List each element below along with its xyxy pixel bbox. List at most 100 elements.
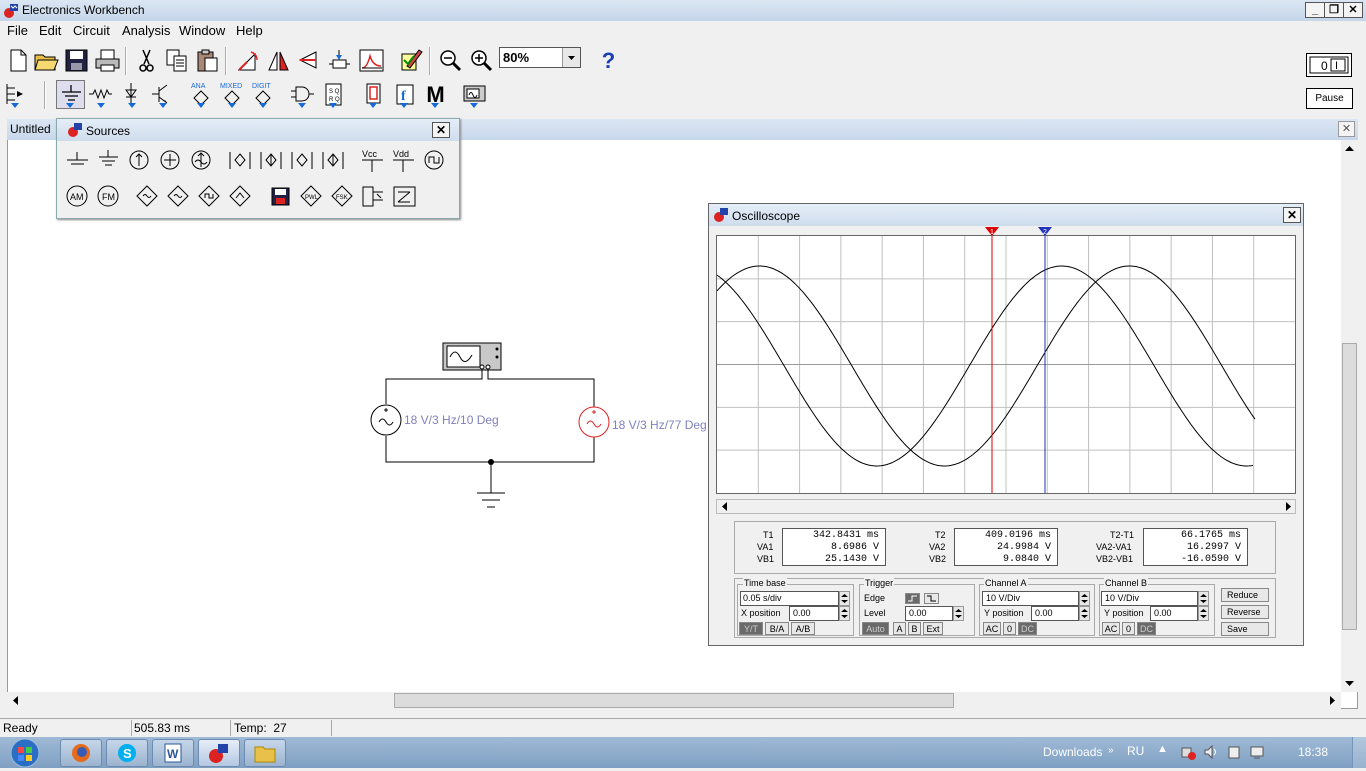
channel-b-ypos-spinner[interactable] <box>1198 606 1209 621</box>
taskbar-word[interactable]: W <box>152 739 194 767</box>
vertical-scroll-thumb[interactable] <box>1342 343 1357 630</box>
channel-b-ypos-field[interactable]: 0.00 <box>1150 606 1198 621</box>
channel-a-ypos-field[interactable]: 0.00 <box>1031 606 1079 621</box>
level-spinner[interactable] <box>953 606 964 621</box>
cursor-1-marker[interactable]: 1 <box>984 226 1000 237</box>
open-file-button[interactable] <box>32 46 61 75</box>
taskbar-clock[interactable]: 18:38 <box>1298 745 1328 759</box>
scope-scrollbar[interactable] <box>716 499 1296 514</box>
scroll-right-icon[interactable] <box>1324 692 1341 709</box>
language-indicator[interactable]: RU <box>1127 744 1144 758</box>
flip-vertical-icon[interactable] <box>294 46 323 75</box>
pwl-file-source-icon[interactable] <box>266 182 295 211</box>
trigger-ext-button[interactable]: Ext <box>923 622 943 635</box>
fm-source-icon[interactable]: FM <box>94 182 123 211</box>
save-button[interactable] <box>62 46 91 75</box>
vcc-source-icon[interactable]: Vcc <box>358 146 387 175</box>
menu-analysis[interactable]: Analysis <box>122 23 170 38</box>
taskbar-downloads[interactable]: Downloads <box>1043 745 1102 759</box>
ac-current-source-icon[interactable] <box>187 146 216 175</box>
taskbar-firefox[interactable] <box>60 739 102 767</box>
polynomial-source-icon[interactable] <box>359 182 388 211</box>
scroll-up-icon[interactable] <box>1341 140 1358 157</box>
print-button[interactable] <box>93 46 122 75</box>
taskbar-explorer[interactable] <box>244 739 286 767</box>
ccvs-icon[interactable] <box>288 146 317 175</box>
chevron-right-icon[interactable]: » <box>1108 745 1114 756</box>
description-icon[interactable] <box>397 46 426 75</box>
flip-horizontal-icon[interactable] <box>264 46 293 75</box>
paste-button[interactable] <box>193 46 222 75</box>
reduce-button[interactable]: Reduce <box>1221 588 1269 602</box>
network-warning-icon[interactable] <box>1180 744 1196 760</box>
start-button[interactable] <box>4 737 46 768</box>
pwl-source-icon[interactable]: PWL <box>297 182 326 211</box>
channel-b-scale-spinner[interactable] <box>1198 591 1209 606</box>
channel-a-ypos-spinner[interactable] <box>1079 606 1090 621</box>
power-switch[interactable]: 0I <box>1306 53 1352 77</box>
zoom-out-icon[interactable] <box>436 46 465 75</box>
xpos-field[interactable]: 0.00 <box>789 606 839 621</box>
vcvs-icon[interactable] <box>226 146 255 175</box>
component-properties-icon[interactable] <box>325 46 354 75</box>
am-source-icon[interactable]: AM <box>63 182 92 211</box>
app-icon[interactable] <box>3 3 18 18</box>
xpos-spinner[interactable] <box>839 606 850 621</box>
channel-a-scale-select[interactable]: 10 V/Div <box>982 591 1079 606</box>
voltage-controlled-sine-icon[interactable] <box>164 182 193 211</box>
menu-window[interactable]: Window <box>179 23 225 38</box>
yt-mode-button[interactable]: Y/T <box>739 622 763 635</box>
fsk-source-icon[interactable] <box>133 182 162 211</box>
channel-a-zero-button[interactable]: 0 <box>1003 622 1016 635</box>
cursor-2-marker[interactable]: 2 <box>1037 226 1053 237</box>
close-window-button[interactable]: ✕ <box>1343 2 1363 18</box>
dc-current-source-icon[interactable] <box>156 146 185 175</box>
save-scope-button[interactable]: Save <box>1221 622 1269 636</box>
help-button[interactable]: ? <box>594 46 623 75</box>
minimize-button[interactable]: _ <box>1305 2 1325 18</box>
menu-help[interactable]: Help <box>236 23 263 38</box>
trigger-auto-button[interactable]: Auto <box>862 622 889 635</box>
digital-ground-icon[interactable] <box>94 146 123 175</box>
chevron-down-icon[interactable] <box>562 48 580 67</box>
vccs-icon[interactable] <box>257 146 286 175</box>
close-oscilloscope-button[interactable]: ✕ <box>1283 207 1301 223</box>
vertical-scrollbar[interactable] <box>1341 140 1358 692</box>
scroll-right-icon[interactable] <box>1283 501 1294 512</box>
trigger-b-button[interactable]: B <box>908 622 921 635</box>
scroll-left-icon[interactable] <box>7 692 24 709</box>
analysis-graph-icon[interactable] <box>357 46 386 75</box>
level-field[interactable]: 0.00 <box>905 606 953 621</box>
menu-edit[interactable]: Edit <box>39 23 61 38</box>
ba-mode-button[interactable]: B/A <box>765 622 789 635</box>
new-file-button[interactable] <box>3 46 32 75</box>
clock-source-icon[interactable] <box>420 146 449 175</box>
copy-button[interactable] <box>162 46 191 75</box>
close-document-button[interactable]: ✕ <box>1338 121 1355 137</box>
channel-b-scale-select[interactable]: 10 V/Div <box>1101 591 1198 606</box>
horizontal-scroll-thumb[interactable] <box>394 693 954 708</box>
network-icon[interactable] <box>1250 744 1266 760</box>
pause-button[interactable]: Pause <box>1306 88 1353 109</box>
voltage-controlled-square-icon[interactable] <box>195 182 224 211</box>
timebase-select[interactable]: 0.05 s/div <box>740 591 839 606</box>
rising-edge-button[interactable] <box>905 593 920 604</box>
scroll-left-icon[interactable] <box>719 501 730 512</box>
rotate-icon[interactable] <box>233 46 262 75</box>
timebase-spinner[interactable] <box>839 591 850 606</box>
ab-mode-button[interactable]: A/B <box>791 622 815 635</box>
channel-a-ac-button[interactable]: AC <box>983 622 1001 635</box>
channel-b-ac-button[interactable]: AC <box>1102 622 1120 635</box>
ground-symbol[interactable] <box>477 492 505 508</box>
battery-icon[interactable] <box>125 146 154 175</box>
show-hidden-icons-icon[interactable]: ▲ <box>1157 743 1168 755</box>
volume-icon[interactable] <box>1203 744 1219 760</box>
scroll-down-icon[interactable] <box>1341 675 1358 692</box>
trigger-a-button[interactable]: A <box>893 622 906 635</box>
ac-voltage-source-2[interactable] <box>578 406 610 438</box>
zoom-select[interactable]: 80% <box>499 47 581 68</box>
channel-b-dc-button[interactable]: DC <box>1137 622 1156 635</box>
voltage-controlled-triangle-icon[interactable] <box>226 182 255 211</box>
fsk-modulator-icon[interactable]: FSK <box>328 182 357 211</box>
channel-b-zero-button[interactable]: 0 <box>1122 622 1135 635</box>
